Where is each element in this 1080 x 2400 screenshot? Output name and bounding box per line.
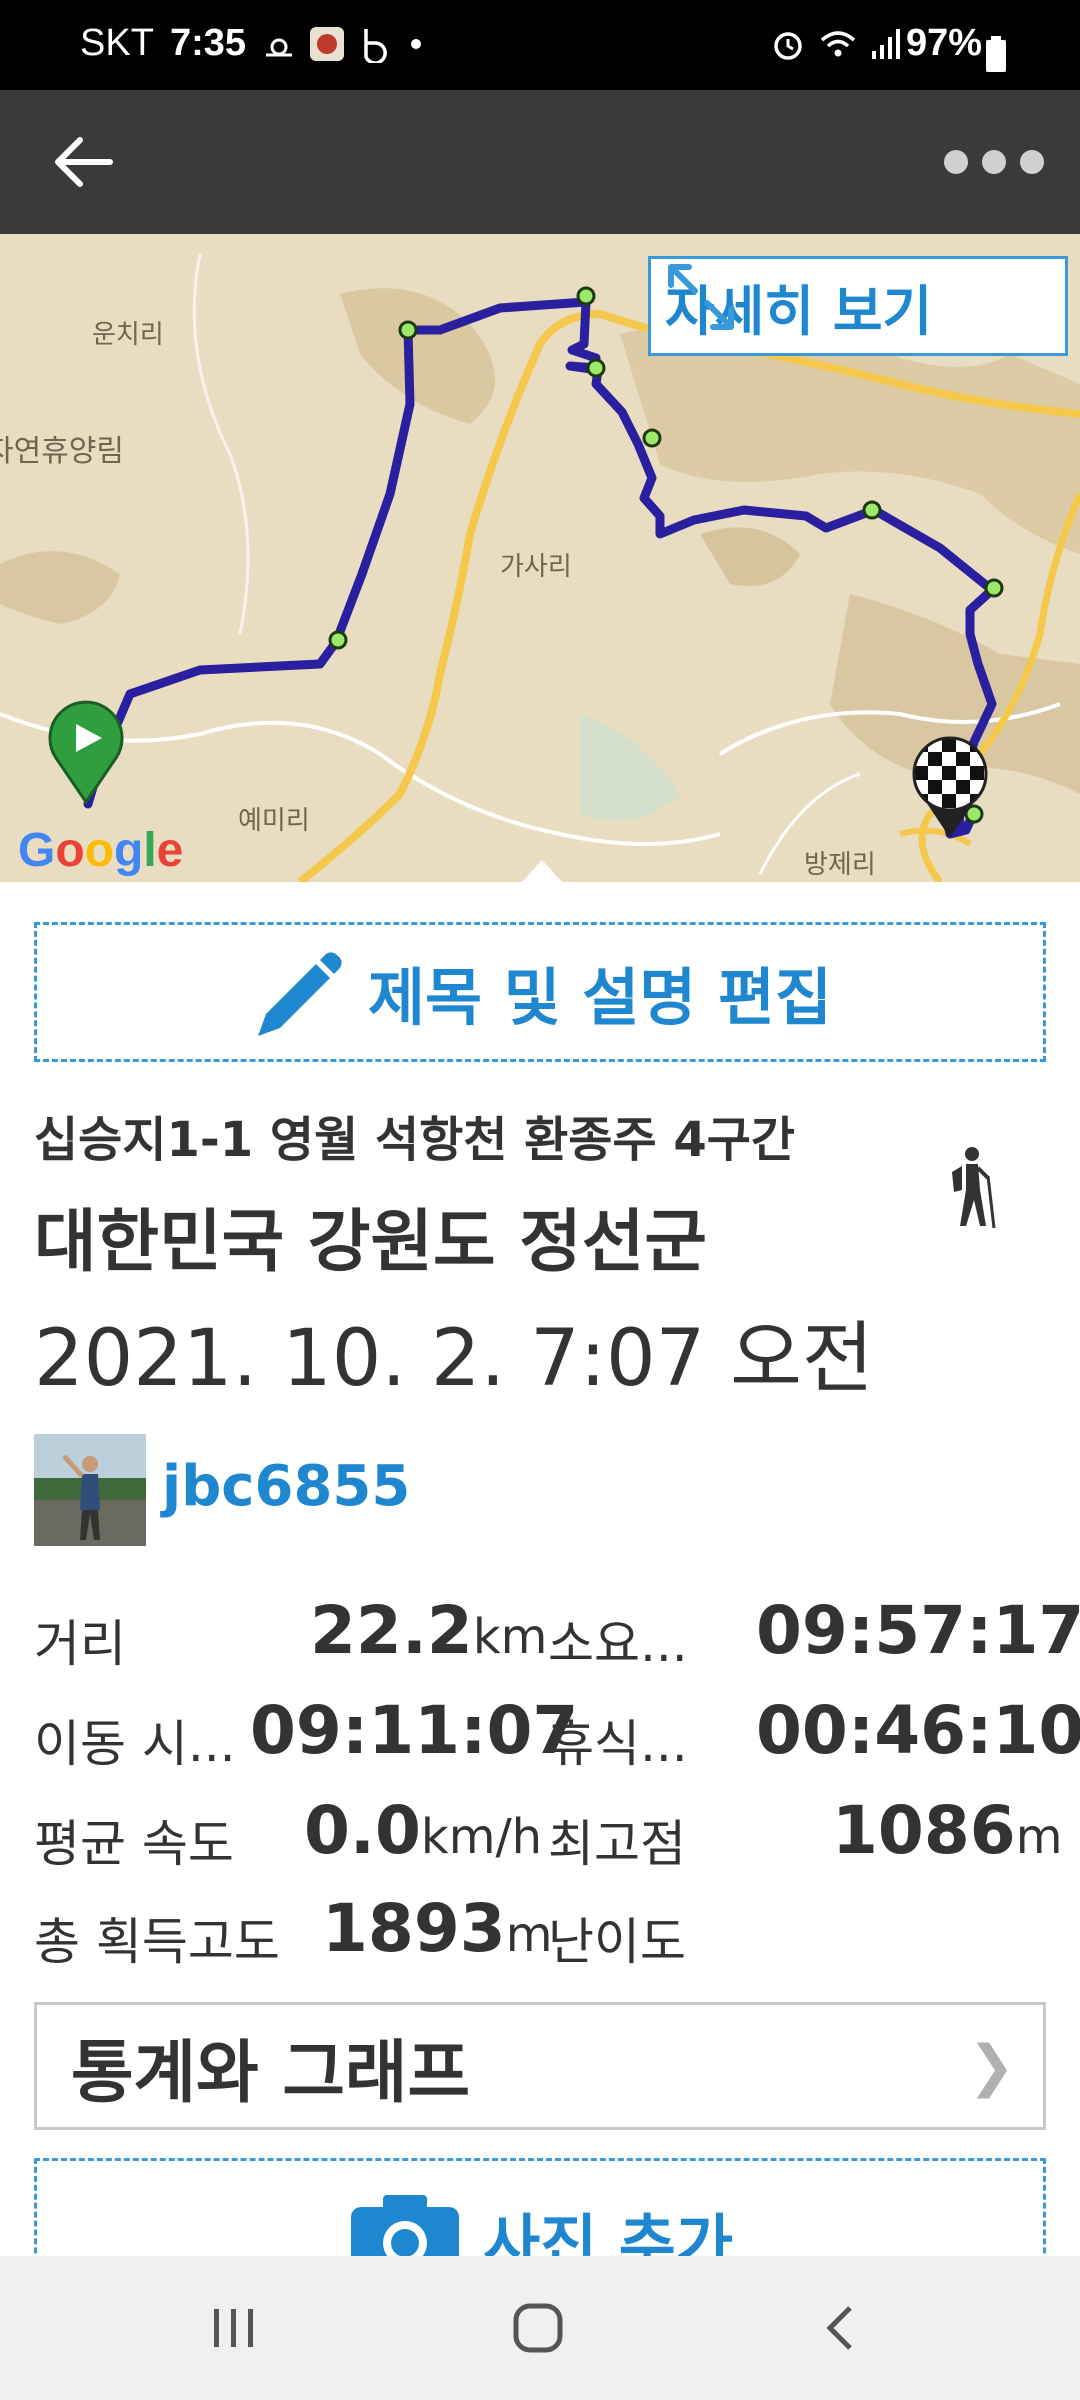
stats-graph-label: 통계와 그래프 [71,2033,471,2113]
distance-label: 거리 [34,1615,126,1673]
username-link[interactable]: jbc6855 [162,1454,410,1519]
duration-label: 소요... [548,1615,688,1673]
map-label: 방제리 [804,850,876,880]
map-label: 가사리 [500,552,572,582]
expand-icon [668,264,734,330]
track-location: 대한민국 강원도 정선군 [34,1203,707,1282]
edit-title-button[interactable]: 제목 및 설명 편집 [34,922,1046,1062]
b-app-icon [364,29,387,63]
battery-icon [986,36,1006,72]
elevation-gain-label: 총 획득고도 [34,1913,280,1971]
checkered-flag-icon[interactable] [910,734,990,844]
max-altitude-value: 1086m [832,1792,1063,1869]
clock: 7:35 [170,22,247,64]
pencil-icon [257,952,342,1036]
app-bar [0,90,1080,234]
duration-value: 09:57:17 [756,1592,1080,1669]
map-label: 운치리 [92,320,164,350]
detail-view-button[interactable]: 자세히 보기 [648,256,1068,356]
back-button[interactable] [48,130,120,194]
map-label: 예미리 [238,806,310,836]
max-altitude-label: 최고점 [548,1815,686,1873]
google-logo: Google [18,824,184,877]
home-icon[interactable] [478,2292,598,2364]
avg-speed-label: 평균 속도 [34,1815,234,1873]
carrier-label: SKT [80,22,154,64]
hiker-icon [952,1147,996,1229]
map-label: 자연휴양림 [0,434,124,469]
moving-time-value: 09:11:07 [250,1692,579,1769]
difficulty-label: 난이도 [548,1913,686,1971]
edit-title-label: 제목 및 설명 편집 [367,961,833,1034]
recents-icon[interactable] [174,2292,294,2364]
wifi-icon [820,31,856,57]
avatar[interactable] [34,1434,146,1546]
back-icon[interactable] [780,2292,900,2364]
alarm-icon [774,32,802,60]
stats-graph-button[interactable]: 통계와 그래프 ❯ [34,2002,1046,2130]
map-pointer-notch [522,860,562,882]
system-nav-bar [0,2256,1080,2400]
more-dots-icon[interactable] [944,142,1044,182]
route-map[interactable]: 운치리 자연휴양림 가사리 예미리 방제리 Google 자세히 보기 [0,234,1080,882]
rest-time-label: 휴식... [548,1715,688,1773]
chevron-right-icon: ❯ [968,2033,1015,2099]
distance-value: 22.2km [310,1592,548,1669]
moving-time-label: 이동 시... [34,1715,236,1773]
rest-time-value: 00:46:10 [756,1692,1080,1769]
elevation-gain-value: 1893m [322,1890,553,1967]
track-name: 십승지1-1 영월 석항천 환종주 4구간 [34,1112,796,1168]
play-marker-icon[interactable] [44,696,128,804]
arrow-left-icon [55,137,113,187]
status-bar: SKT 7:35 97% [0,0,1080,90]
dot-icon [411,39,421,49]
weather-icon [266,38,292,57]
signal-icon [872,29,900,59]
battery-percent: 97% [906,22,983,64]
avg-speed-value: 0.0km/h [304,1792,543,1869]
app-icon [310,27,344,61]
track-datetime: 2021. 10. 2. 7:07 오전 [34,1314,874,1404]
